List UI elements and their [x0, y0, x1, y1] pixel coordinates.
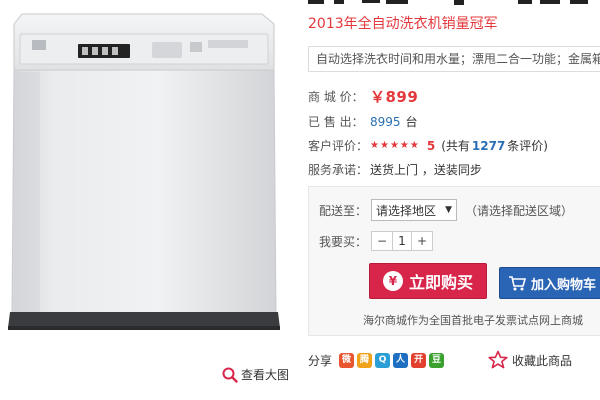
product-subtitle: 2013年全自动洗衣机销量冠军: [308, 16, 498, 32]
quantity-input[interactable]: 1: [392, 232, 412, 250]
quantity-row: 我要买： − 1 +: [319, 231, 433, 251]
sold-unit: 台: [405, 115, 418, 129]
favorite-label: 收藏此商品: [512, 353, 573, 368]
rating-star-icon: ★: [379, 139, 389, 151]
rating-stars: ★ ★ ★ ★ ★: [370, 140, 419, 152]
kaixin-icon[interactable]: 开: [411, 353, 427, 368]
tencent-weibo-icon[interactable]: 腾: [357, 353, 373, 368]
rating-count[interactable]: 1277: [472, 139, 505, 153]
quantity-stepper: − 1 +: [371, 231, 433, 251]
rating-star-icon: ★: [409, 139, 419, 151]
quantity-label: 我要买：: [319, 234, 368, 249]
douban-icon[interactable]: 豆: [429, 353, 445, 368]
favorite-button[interactable]: 收藏此商品: [488, 350, 572, 370]
share-icons: 微腾Q人开豆: [339, 353, 445, 368]
invoice-note: 海尔商城作为全国首批电子发票试点网上商城: [363, 314, 583, 327]
view-large-image-link[interactable]: 查看大图: [222, 366, 289, 383]
view-large-label: 查看大图: [241, 368, 290, 382]
region-label: 配送至：: [319, 203, 368, 218]
rating-label: 客户评价：: [308, 139, 369, 153]
quantity-decrease-button[interactable]: −: [372, 232, 392, 250]
sold-count: 8995: [370, 114, 401, 129]
product-features: 自动选择洗衣时间和用水量；漂甩二合一功能；金属箱: [308, 46, 600, 72]
add-to-cart-button[interactable]: 加入购物车: [499, 267, 600, 299]
purchase-panel: 配送至： 请选择地区 ▼ （请选择配送区域） 我要买： − 1 + ¥ 立即购买…: [308, 186, 600, 336]
sold-row: 已 售 出： 8995 台: [308, 113, 418, 130]
service-row: 服务承诺： 送货上门 ，送装同步: [308, 161, 482, 178]
buy-now-button[interactable]: ¥ 立即购买: [369, 263, 487, 299]
product-image-area: 查看大图: [0, 0, 300, 400]
service-label: 服务承诺：: [308, 163, 369, 177]
price-row: 商 城 价： ￥899: [308, 86, 418, 107]
price-value: ￥899: [370, 88, 419, 106]
sold-label: 已 售 出：: [308, 115, 364, 129]
buy-now-label: 立即购买: [408, 273, 473, 292]
quantity-increase-button[interactable]: +: [412, 232, 432, 250]
rating-star-icon: ★: [399, 139, 409, 151]
chevron-down-icon: ▼: [445, 205, 452, 215]
share-label: 分享: [308, 354, 333, 368]
rating-row: 客户评价： ★ ★ ★ ★ ★ 5 (共有 1277 条评价): [308, 137, 548, 154]
magnifier-icon: [222, 367, 238, 383]
region-hint: （请选择配送区域）: [465, 203, 574, 218]
yen-icon: ¥: [382, 271, 403, 291]
weibo-icon[interactable]: 微: [339, 353, 355, 368]
qzone-icon[interactable]: Q: [375, 353, 391, 368]
title-partial-clipped: [308, 0, 588, 5]
renren-icon[interactable]: 人: [393, 353, 409, 368]
region-row: 配送至： 请选择地区 ▼ （请选择配送区域）: [319, 199, 573, 221]
price-label: 商 城 价：: [308, 90, 364, 104]
rating-star-icon: ★: [389, 139, 399, 151]
star-outline-icon: [488, 350, 508, 369]
cart-icon: [509, 276, 526, 291]
region-select[interactable]: 请选择地区 ▼: [371, 199, 457, 221]
rating-suffix: 条评价): [507, 139, 548, 153]
service-text: 送货上门 ，送装同步: [370, 163, 482, 177]
rating-star-icon: ★: [370, 139, 379, 151]
rating-prefix: (共有: [441, 139, 470, 153]
share-bar: 分享 微腾Q人开豆: [308, 352, 445, 369]
rating-score: 5: [426, 138, 436, 153]
add-to-cart-label: 加入购物车: [531, 277, 597, 293]
product-image-washing-machine[interactable]: [0, 0, 300, 340]
region-select-value: 请选择地区: [376, 203, 437, 218]
